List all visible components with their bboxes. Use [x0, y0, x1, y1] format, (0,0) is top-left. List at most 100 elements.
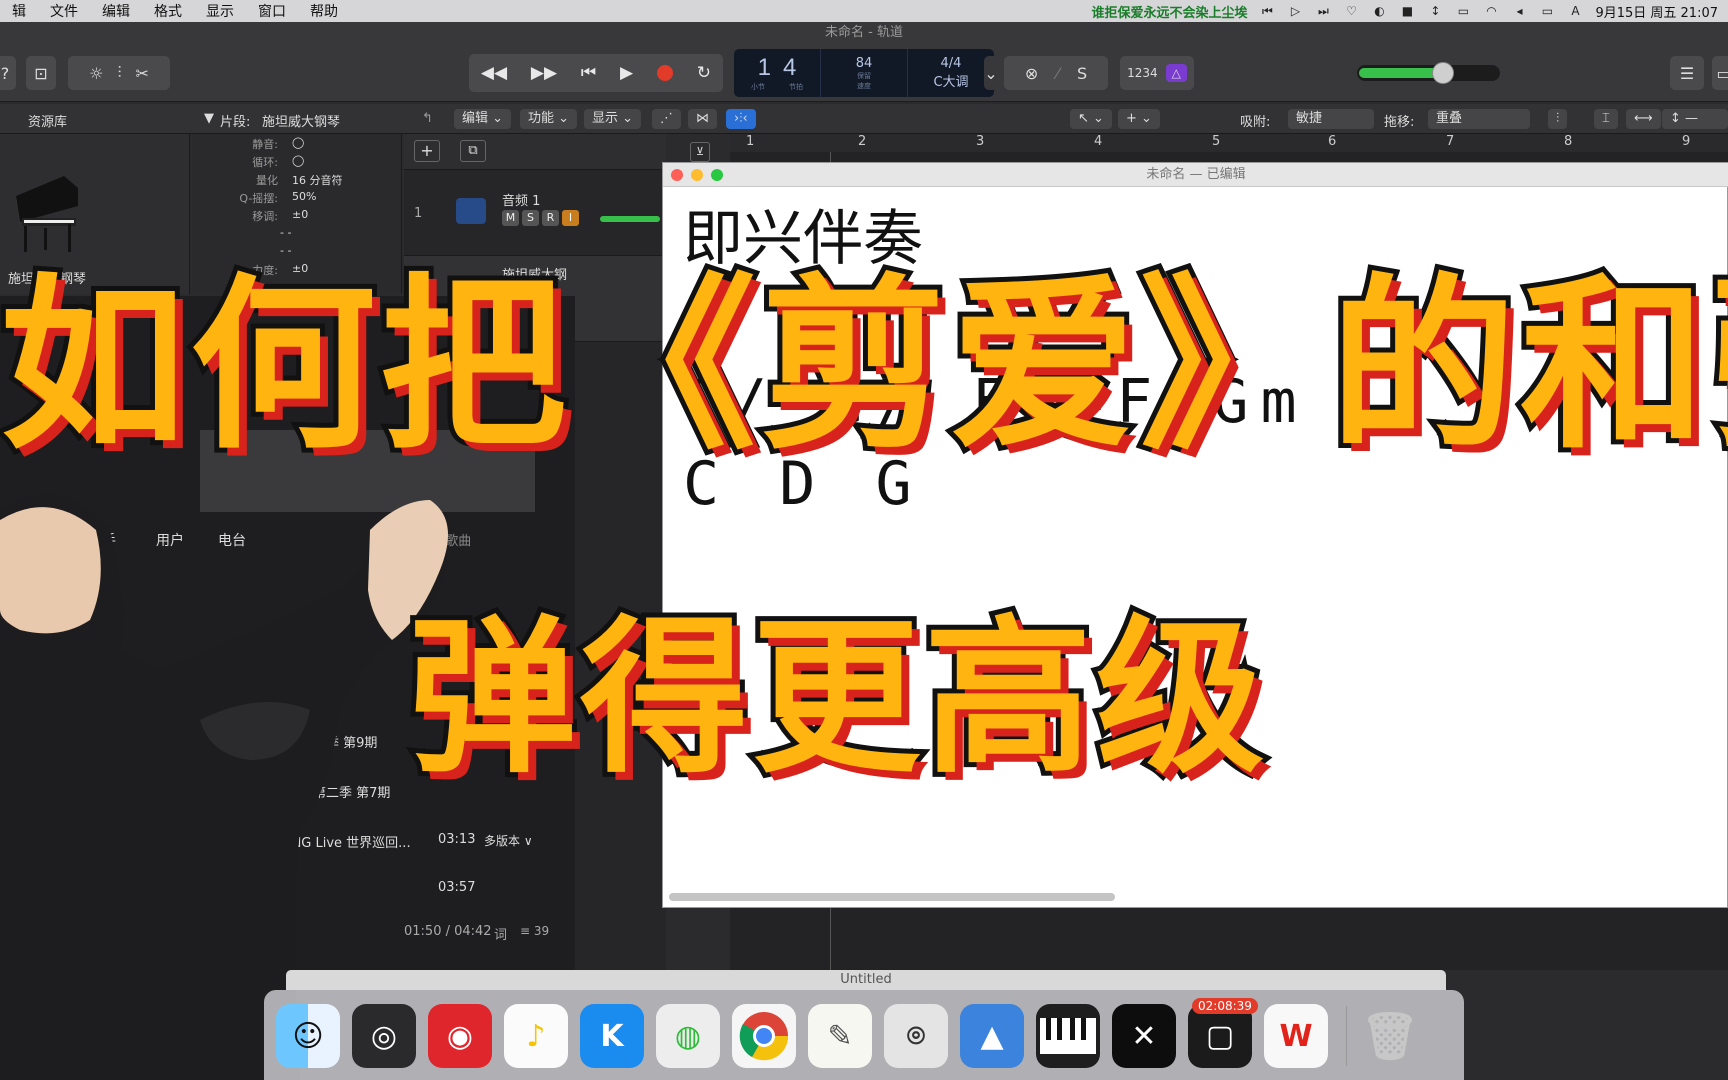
inspector-row[interactable]: 循环: ◯ — [192, 154, 402, 172]
solo-button[interactable]: S — [522, 210, 539, 226]
catch-playhead-icon[interactable]: ›⫶‹ — [726, 109, 756, 129]
play-button[interactable]: ▶ — [620, 63, 633, 83]
inspector-row[interactable]: 静音: ◯ — [192, 136, 402, 154]
logic-pro-icon[interactable]: ◎ — [352, 1004, 416, 1068]
mute-checkbox[interactable]: ◯ — [292, 136, 304, 149]
volume-icon[interactable]: ◂ — [1511, 4, 1527, 18]
menu-window[interactable]: 窗口 — [246, 1, 298, 21]
inspector-value[interactable]: 16 分音符 — [292, 172, 343, 188]
vpn-icon[interactable]: ◐ — [1371, 4, 1387, 18]
track-name[interactable]: 音频 1 — [502, 190, 540, 209]
minimize-icon[interactable] — [691, 169, 703, 181]
cycle-icon[interactable]: ↻ — [697, 63, 711, 83]
inspector-value[interactable]: ±0 — [292, 208, 308, 221]
qq-music-icon[interactable]: ♪ — [504, 1004, 568, 1068]
zoom-icon[interactable] — [711, 169, 723, 181]
bar-ruler[interactable]: 1 2 3 4 5 6 7 8 9 — [730, 134, 1728, 152]
inspector-row[interactable]: 量化 16 分音符 — [192, 172, 402, 190]
finder-icon[interactable]: ☺ — [276, 1004, 340, 1068]
tuner-icon[interactable]: ⁄ — [1056, 64, 1059, 83]
input-monitor-button[interactable]: I — [562, 210, 579, 226]
wifi-icon[interactable]: ◠ — [1483, 4, 1499, 18]
scissors-icon[interactable]: ✂ — [135, 64, 148, 83]
queue-button[interactable]: ≡ 39 — [520, 924, 549, 938]
clock[interactable]: 9月15日 周五 21:07 — [1595, 2, 1718, 21]
screenshot-icon[interactable]: ⌾ — [884, 1004, 948, 1068]
edit-menu[interactable]: 编辑 ⌄ — [454, 109, 512, 129]
wechat-icon[interactable]: ◍ — [656, 1004, 720, 1068]
automation-icon[interactable]: ⋰ — [652, 109, 681, 129]
wps-icon[interactable]: W — [1264, 1004, 1328, 1068]
go-to-start-icon[interactable]: ⏮ — [581, 63, 596, 83]
camera-icon[interactable]: ■ — [1399, 4, 1415, 18]
view-menu[interactable]: 显示 ⌄ — [584, 109, 642, 129]
inspector-row[interactable]: Q-摇摆: 50% — [192, 190, 402, 208]
replace-icon[interactable]: ⊗ — [1025, 64, 1038, 83]
capcut-icon[interactable]: ✕ — [1112, 1004, 1176, 1068]
trash-icon[interactable]: 🗑 — [1358, 1004, 1422, 1068]
horizontal-scrollbar[interactable] — [669, 893, 1115, 901]
list-editors-icon[interactable]: ☰ — [1670, 56, 1704, 90]
inspector-row[interactable]: 移调: ±0 — [192, 208, 402, 226]
record-enable-button[interactable]: R — [542, 210, 559, 226]
fast-forward-icon[interactable]: ▶▶ — [531, 63, 557, 83]
rewind-icon[interactable]: ◀◀ — [481, 63, 507, 83]
track-filter-icon[interactable]: ⊻ — [690, 142, 710, 162]
track-volume-slider[interactable] — [600, 216, 660, 222]
add-track-icon[interactable]: + — [414, 140, 440, 162]
mute-button[interactable]: M — [502, 210, 519, 226]
horizontal-zoom-icon[interactable]: ⟷ — [1626, 109, 1661, 129]
track-row[interactable]: 1 音频 1 M S R I — [404, 170, 666, 256]
zoom-slider[interactable]: ↕ — — [1662, 109, 1728, 129]
drag-select[interactable]: 重叠 — [1428, 109, 1530, 129]
menu-view[interactable]: 显示 — [194, 1, 246, 21]
chrome-icon[interactable] — [732, 1004, 796, 1068]
disclosure-icon[interactable]: ▼ — [204, 111, 214, 126]
netease-music-icon[interactable]: ◉ — [428, 1004, 492, 1068]
record-button[interactable] — [656, 65, 673, 81]
input-source-icon[interactable]: A — [1567, 4, 1583, 18]
inbox-icon[interactable]: ⊡ — [26, 56, 56, 90]
textedit-icon[interactable]: ✎ — [808, 1004, 872, 1068]
loop-checkbox[interactable]: ◯ — [292, 154, 304, 167]
metronome-icon[interactable]: △ — [1165, 64, 1187, 82]
menu-help[interactable]: 帮助 — [298, 1, 350, 21]
flex-icon[interactable]: ⋈ — [688, 109, 717, 129]
background-window-title[interactable]: Untitled — [286, 970, 1446, 990]
master-volume-knob[interactable] — [1432, 62, 1454, 84]
function-menu[interactable]: 功能 ⌄ — [520, 109, 578, 129]
lcd-chevron-icon[interactable]: ⌄ — [984, 56, 998, 90]
kugou-icon[interactable]: K — [580, 1004, 644, 1068]
play-icon[interactable]: ▷ — [1287, 4, 1303, 18]
waveform-zoom-icon[interactable]: ⫶ — [1548, 109, 1568, 129]
brightness-icon[interactable]: ☼ — [89, 64, 103, 83]
keynote-icon[interactable]: ▲ — [960, 1004, 1024, 1068]
pointer-tool-icon[interactable]: ↖ ⌄ — [1070, 109, 1112, 129]
marquee-tool-icon[interactable]: + ⌄ — [1118, 109, 1160, 129]
menu-format[interactable]: 格式 — [142, 1, 194, 21]
battery-icon[interactable]: ▭ — [1539, 4, 1555, 18]
prev-track-icon[interactable]: ⏮ — [1259, 4, 1275, 18]
master-volume-slider[interactable] — [1357, 62, 1500, 84]
solo-icon[interactable]: S — [1077, 64, 1087, 83]
sort-icon[interactable]: ↕ — [1427, 4, 1443, 18]
menu-edit[interactable]: 编辑 — [90, 1, 142, 21]
back-arrow-icon[interactable]: ↰ — [422, 111, 433, 126]
recorder-icon[interactable]: 02:08:39 ▢ — [1188, 998, 1258, 1068]
lcd-display[interactable]: 1 4 小节 节拍 84 保留 速度 4/4 C大调 — [734, 49, 994, 97]
browser-icon[interactable]: ▭ — [1712, 56, 1728, 90]
help-icon[interactable]: ? — [0, 56, 16, 90]
grand-piano-icon[interactable] — [8, 166, 84, 256]
inspector-value[interactable]: 50% — [292, 190, 316, 203]
snap-select[interactable]: 敏捷 — [1288, 109, 1374, 129]
airplay-icon[interactable]: ▭ — [1455, 4, 1471, 18]
close-icon[interactable] — [671, 169, 683, 181]
mixer-icon[interactable]: ⫶ — [117, 63, 121, 83]
heart-icon[interactable]: ♡ — [1343, 4, 1359, 18]
duplicate-track-icon[interactable]: ⧉ — [460, 140, 486, 162]
menu-file[interactable]: 文件 — [38, 1, 90, 21]
vertical-zoom-icon[interactable]: ⌶ — [1594, 109, 1618, 129]
piano-app-icon[interactable] — [1036, 1004, 1100, 1068]
count-in-button[interactable]: 1234 △ — [1120, 56, 1194, 90]
next-track-icon[interactable]: ⏭ — [1315, 4, 1331, 18]
